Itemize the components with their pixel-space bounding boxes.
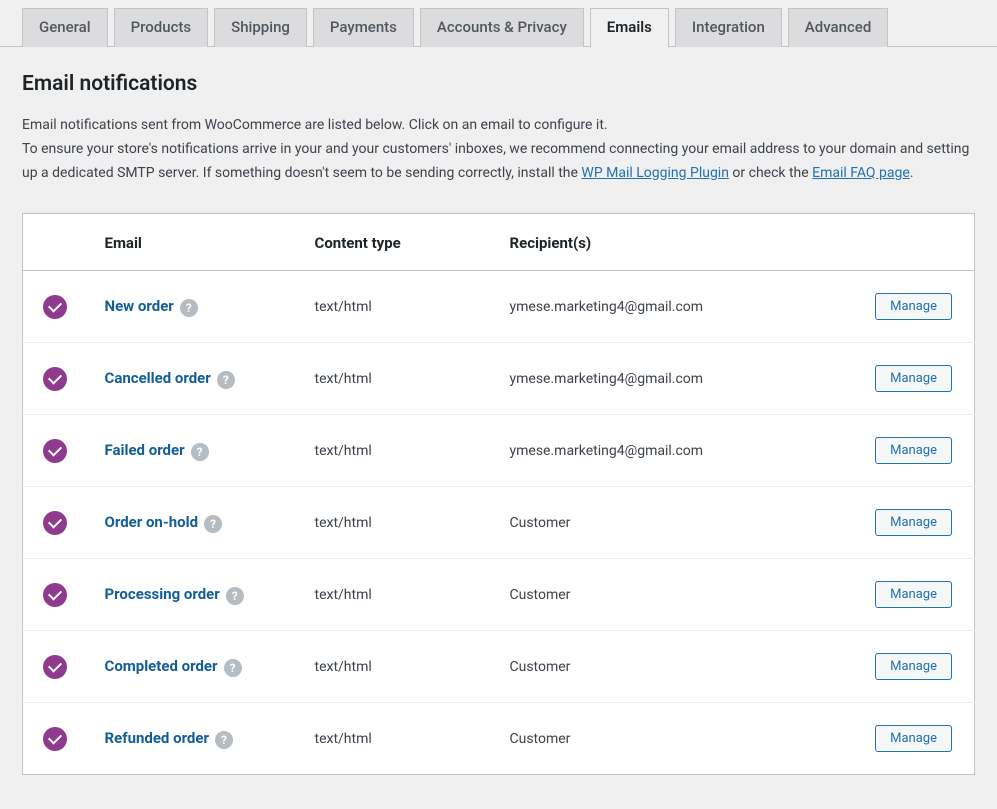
col-actions [850, 214, 975, 271]
content-type-cell: text/html [303, 703, 498, 775]
manage-button[interactable]: Manage [875, 509, 952, 536]
email-name-link[interactable]: Processing order [105, 585, 220, 603]
help-icon[interactable] [191, 443, 209, 461]
check-icon [43, 727, 67, 751]
help-icon[interactable] [204, 515, 222, 533]
content-type-cell: text/html [303, 415, 498, 487]
manage-button[interactable]: Manage [875, 725, 952, 752]
page-title: Email notifications [22, 72, 975, 96]
recipients-cell: Customer [498, 631, 850, 703]
manage-button[interactable]: Manage [875, 365, 952, 392]
help-icon[interactable] [226, 587, 244, 605]
recipients-cell: ymese.marketing4@gmail.com [498, 343, 850, 415]
manage-button[interactable]: Manage [875, 293, 952, 320]
check-icon [43, 367, 67, 391]
email-name-link[interactable]: Completed order [105, 657, 218, 675]
content-type-cell: text/html [303, 271, 498, 343]
help-icon[interactable] [217, 371, 235, 389]
check-icon [43, 295, 67, 319]
help-icon[interactable] [215, 731, 233, 749]
settings-tabs: GeneralProductsShippingPaymentsAccounts … [0, 0, 997, 47]
col-email[interactable]: Email [93, 214, 303, 271]
intro-line1: Email notifications sent from WooCommerc… [22, 117, 608, 133]
check-icon [43, 583, 67, 607]
email-name-link[interactable]: Refunded order [105, 729, 209, 747]
check-icon [43, 655, 67, 679]
content-type-cell: text/html [303, 343, 498, 415]
table-row: Refunded order text/htmlCustomer Manage [23, 703, 975, 775]
check-icon [43, 439, 67, 463]
wp-mail-logging-link[interactable]: WP Mail Logging Plugin [581, 165, 729, 181]
manage-button[interactable]: Manage [875, 581, 952, 608]
recipients-cell: ymese.marketing4@gmail.com [498, 415, 850, 487]
help-icon[interactable] [180, 299, 198, 317]
manage-button[interactable]: Manage [875, 437, 952, 464]
table-row: Processing order text/htmlCustomer Manage [23, 559, 975, 631]
email-name-link[interactable]: Order on-hold [105, 513, 199, 531]
help-icon[interactable] [224, 659, 242, 677]
email-name-link[interactable]: Failed order [105, 441, 185, 459]
email-name-link[interactable]: Cancelled order [105, 369, 211, 387]
tab-payments[interactable]: Payments [313, 8, 414, 47]
tab-integration[interactable]: Integration [675, 8, 782, 47]
email-faq-link[interactable]: Email FAQ page [812, 165, 910, 181]
tab-accounts-privacy[interactable]: Accounts & Privacy [420, 8, 584, 47]
recipients-cell: Customer [498, 487, 850, 559]
tab-advanced[interactable]: Advanced [788, 8, 888, 47]
intro-line2b: or check the [729, 165, 812, 181]
col-status [23, 214, 93, 271]
recipients-cell: Customer [498, 559, 850, 631]
tab-general[interactable]: General [22, 8, 108, 47]
table-row: Failed order text/htmlymese.marketing4@gm… [23, 415, 975, 487]
col-content-type[interactable]: Content type [303, 214, 498, 271]
manage-button[interactable]: Manage [875, 653, 952, 680]
content-type-cell: text/html [303, 487, 498, 559]
email-name-link[interactable]: New order [105, 297, 174, 315]
recipients-cell: ymese.marketing4@gmail.com [498, 271, 850, 343]
intro-text: Email notifications sent from WooCommerc… [22, 114, 975, 185]
emails-content: Email notifications Email notifications … [0, 46, 997, 775]
table-row: New order text/htmlymese.marketing4@gmail… [23, 271, 975, 343]
emails-table: Email Content type Recipient(s) New orde… [22, 213, 975, 775]
check-icon [43, 511, 67, 535]
content-type-cell: text/html [303, 559, 498, 631]
recipients-cell: Customer [498, 703, 850, 775]
content-type-cell: text/html [303, 631, 498, 703]
tab-emails[interactable]: Emails [590, 8, 669, 48]
intro-line2c: . [910, 165, 914, 181]
tab-products[interactable]: Products [114, 8, 209, 47]
table-row: Completed order text/htmlCustomer Manage [23, 631, 975, 703]
tab-shipping[interactable]: Shipping [214, 8, 307, 47]
table-row: Order on-hold text/htmlCustomer Manage [23, 487, 975, 559]
table-row: Cancelled order text/htmlymese.marketing4… [23, 343, 975, 415]
col-recipients[interactable]: Recipient(s) [498, 214, 850, 271]
